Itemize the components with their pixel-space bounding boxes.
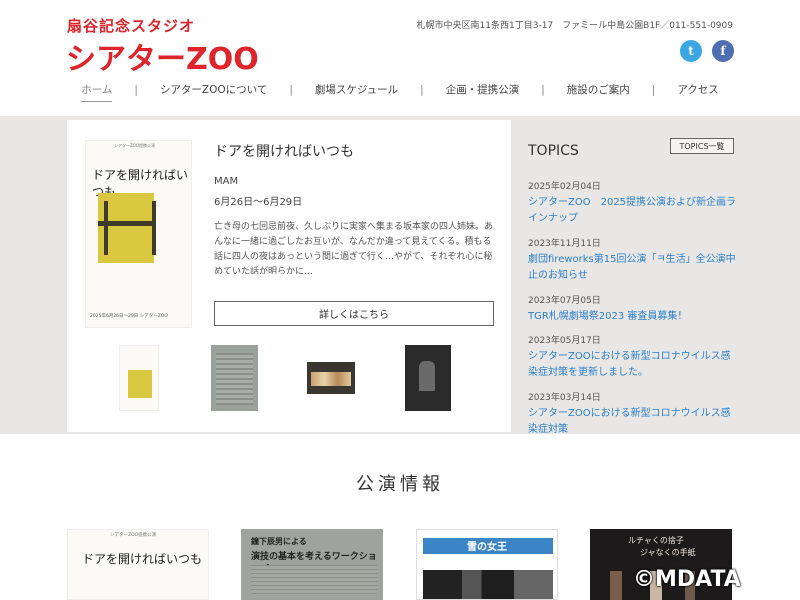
slide-thumbnail-4[interactable] [405, 345, 451, 411]
site-header: 扇谷記念スタジオ シアターZOO 札幌市中央区南11条西1丁目3-17 ファミー… [0, 0, 800, 116]
topic-date: 2023年05月17日 [528, 336, 601, 346]
twitter-icon[interactable]: t [680, 40, 702, 62]
topic-date: 2023年03月14日 [528, 393, 601, 403]
poster-footer: 2025年6月26日〜29日 シアターZOO [90, 314, 168, 319]
topic-link[interactable]: TGR札幌劇場祭2023 審査員募集！ [528, 309, 738, 325]
nav-productions[interactable]: 企画・提携公演 [424, 82, 542, 97]
card-line: ルチャくの捨子 [628, 536, 684, 545]
topic-link[interactable]: シアターZOOにおける新型コロナウイルス感染症対策 [528, 406, 738, 434]
card-photo [423, 570, 553, 599]
site-logo[interactable]: シアターZOO [66, 34, 259, 78]
nav-access[interactable]: アクセス [655, 82, 740, 97]
logo-subtitle[interactable]: 扇谷記念スタジオ [67, 15, 195, 36]
card-text-block [251, 565, 377, 595]
performance-card-3[interactable]: 雪の女王 [416, 529, 558, 600]
main-nav: ホーム | シアターZOOについて | 劇場スケジュール | 企画・提携公演 |… [0, 82, 800, 102]
poster-illustration [98, 193, 156, 263]
sns-links: t f [680, 40, 734, 62]
card-line: 鐘下辰男による [251, 537, 307, 546]
nav-facility[interactable]: 施設のご案内 [545, 82, 652, 97]
facebook-icon[interactable]: f [712, 40, 734, 62]
feature-company: MAM [214, 176, 239, 187]
slide-thumbnail-3[interactable] [307, 362, 355, 394]
address-text: 札幌市中央区南11条西1丁目3-17 ファミール中島公園B1F／011-551-… [416, 21, 733, 31]
poster-header: シアターZOO提携公演 [114, 143, 156, 148]
feature-poster[interactable]: シアターZOO提携公演 ドアを開ければいつも 2025年6月26日〜29日 シア… [85, 140, 192, 328]
topic-date: 2023年07月05日 [528, 296, 601, 306]
details-button[interactable]: 詳しくはこちら [214, 301, 494, 326]
performance-card-1[interactable]: シアターZOO提携公演 ドアを開ければいつも [67, 529, 209, 600]
topics-title: TOPICS [528, 143, 579, 159]
topic-item: 2023年11月11日 劇団fireworks第15回公演「ㅋ生活」全公演中止の… [528, 236, 738, 284]
topic-item: 2025年02月04日 シアターZOO 2025提携公演および新企画ラインナップ [528, 179, 738, 227]
feature-title: ドアを開ければいつも [214, 144, 354, 160]
topic-link[interactable]: シアターZOO 2025提携公演および新企画ラインナップ [528, 195, 738, 227]
topic-item: 2023年05月17日 シアターZOOにおける新型コロナウイルス感染症対策を更新… [528, 333, 738, 381]
slide-thumbnail-2[interactable] [211, 345, 258, 411]
feature-date: 6月26日〜6月29日 [214, 197, 303, 208]
topic-date: 2025年02月04日 [528, 182, 601, 192]
topics-all-button[interactable]: TOPICS一覧 [670, 138, 734, 154]
performance-card-2[interactable]: 鐘下辰男による 演技の基本を考えるワークショップ [241, 529, 383, 600]
feature-description: 亡き母の七回忌前夜、久しぶりに実家へ集まる坂本家の四人姉妹。あんなに一緒に過ごし… [214, 222, 494, 274]
card-header: シアターZOO提携公演 [110, 533, 157, 538]
card-title: 雪の女王 [467, 542, 507, 553]
watermark: ©MDATA [633, 567, 741, 592]
topic-link[interactable]: シアターZOOにおける新型コロナウイルス感染症対策を更新しました。 [528, 349, 738, 381]
slide-thumbnail-1[interactable] [119, 345, 159, 411]
topic-item: 2023年07月05日 TGR札幌劇場祭2023 審査員募集！ [528, 293, 738, 325]
performance-section-title: 公演情報 [356, 474, 444, 495]
topic-item: 2023年03月14日 シアターZOOにおける新型コロナウイルス感染症対策 [528, 390, 738, 434]
card-line: ジャなくの手紙 [640, 548, 696, 557]
topics-panel: TOPICS TOPICS一覧 2025年02月04日 シアターZOO 2025… [511, 116, 800, 434]
nav-schedule[interactable]: 劇場スケジュール [293, 82, 420, 97]
card-title: ドアを開ければいつも [82, 552, 203, 566]
nav-home[interactable]: ホーム [59, 82, 134, 102]
nav-about[interactable]: シアターZOOについて [138, 82, 289, 97]
topic-link[interactable]: 劇団fireworks第15回公演「ㅋ生活」全公演中止のお知らせ [528, 252, 738, 284]
topic-date: 2023年11月11日 [528, 239, 601, 249]
